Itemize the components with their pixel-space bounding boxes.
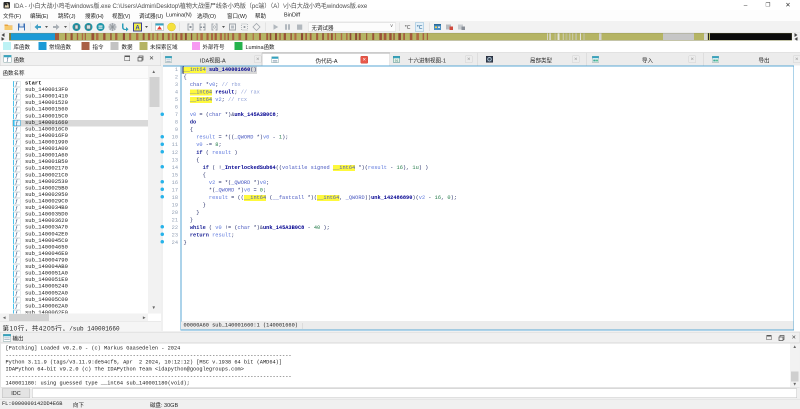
svg-text:01: 01 bbox=[395, 60, 399, 63]
svg-text:℃: ℃ bbox=[404, 25, 411, 31]
svg-text:A: A bbox=[135, 25, 140, 31]
svg-text:℃: ℃ bbox=[416, 25, 423, 31]
